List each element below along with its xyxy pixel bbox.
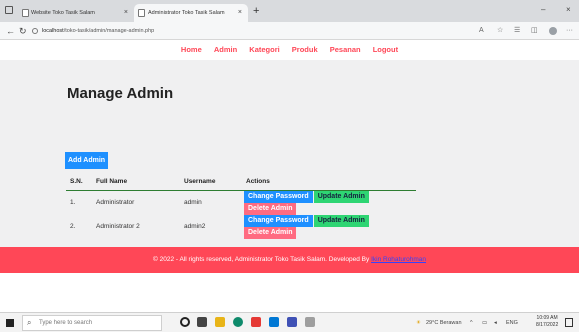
url-field[interactable]: localhost/toko-tasik/admin/manage-admin.… xyxy=(32,25,502,37)
cell-actions: Change Password Update Admin Delete Admin xyxy=(242,190,416,215)
menu-item-admin[interactable]: Admin xyxy=(214,45,237,54)
footer-text: © 2022 - All rights reserved, Administra… xyxy=(153,256,372,263)
browser-tab-title: Administrator Toko Tasik Salam xyxy=(148,10,225,16)
taskbar-search-input[interactable]: ⌕ Type here to search xyxy=(22,315,162,331)
task-view-icon[interactable] xyxy=(197,317,207,327)
file-explorer-icon[interactable] xyxy=(215,317,225,327)
cell-sn: 2. xyxy=(70,223,76,230)
column-header-username: Username xyxy=(180,174,242,191)
tab-actions-icon[interactable] xyxy=(5,6,13,14)
browser-address-bar: ← ↻ localhost/toko-tasik/admin/manage-ad… xyxy=(0,22,579,40)
page-viewport: Home Admin Kategori Produk Pesanan Logou… xyxy=(0,40,579,312)
favorite-icon[interactable]: ☆ xyxy=(497,26,503,36)
browser-tab-title: Website Toko Tasik Salam xyxy=(31,10,95,16)
cell-full-name: Administrator 2 xyxy=(96,223,140,230)
menu-item-pesanan[interactable]: Pesanan xyxy=(330,45,361,54)
url-host: localhost xyxy=(42,28,64,34)
site-menu: Home Admin Kategori Produk Pesanan Logou… xyxy=(0,40,579,60)
update-admin-button[interactable]: Update Admin xyxy=(313,190,369,203)
column-header-sn: S.N. xyxy=(66,174,92,191)
menu-item-kategori[interactable]: Kategori xyxy=(249,45,279,54)
column-header-full-name: Full Name xyxy=(92,174,180,191)
column-header-actions: Actions xyxy=(242,174,416,191)
change-password-button[interactable]: Change Password xyxy=(244,214,313,227)
page-favicon-icon xyxy=(138,9,145,17)
add-admin-button[interactable]: Add Admin xyxy=(65,152,109,169)
language-indicator[interactable]: ENG xyxy=(506,318,518,328)
taskbar-clock[interactable]: 10:09 AM 8/17/2022 xyxy=(536,315,558,329)
app-icon[interactable] xyxy=(287,317,297,327)
close-tab-icon[interactable]: × xyxy=(238,4,242,22)
cell-sn: 1. xyxy=(70,199,76,206)
new-tab-button[interactable]: + xyxy=(253,3,259,19)
edge-browser-icon[interactable] xyxy=(233,317,243,327)
tray-chevron-up-icon[interactable]: ^ xyxy=(470,318,473,328)
profile-icon[interactable] xyxy=(549,27,557,35)
cell-full-name: Administrator xyxy=(96,199,135,206)
back-arrow-icon[interactable]: ← xyxy=(6,24,15,38)
page-favicon-icon xyxy=(22,9,29,17)
cell-actions: Change Password Update Admin Delete Admin xyxy=(242,214,416,239)
extensions-icon[interactable]: ◫ xyxy=(531,26,538,36)
main-content: Manage Admin Add Admin S.N. Full Name Us… xyxy=(0,60,579,273)
url-path: /toko-tasik/admin/manage-admin.php xyxy=(63,28,155,34)
cell-username: admin xyxy=(184,199,202,206)
cell-username: admin2 xyxy=(184,223,206,230)
close-window-button[interactable]: × xyxy=(566,5,571,14)
menu-item-produk[interactable]: Produk xyxy=(292,45,318,54)
refresh-icon[interactable]: ↻ xyxy=(19,24,27,38)
browser-tab-admin[interactable]: Administrator Toko Tasik Salam × xyxy=(134,4,248,22)
developer-link[interactable]: Ikin Rohaturohman xyxy=(371,256,426,263)
clock-date: 8/17/2022 xyxy=(536,322,559,328)
clock-time: 10:09 AM xyxy=(536,315,558,321)
site-footer: © 2022 - All rights reserved, Administra… xyxy=(0,247,579,273)
table-header-row: S.N. Full Name Username Actions xyxy=(66,174,416,191)
more-icon[interactable]: ··· xyxy=(566,26,573,36)
volume-icon[interactable]: ◂ xyxy=(494,318,497,328)
taskbar: ⌕ Type here to search ☀ 29°C Berawan ^ ▭… xyxy=(0,312,579,332)
admin-table: S.N. Full Name Username Actions 1. Admin… xyxy=(66,174,416,239)
change-password-button[interactable]: Change Password xyxy=(244,190,313,203)
update-admin-button[interactable]: Update Admin xyxy=(313,214,369,227)
read-aloud-icon[interactable]: A xyxy=(479,26,484,36)
site-info-icon[interactable] xyxy=(32,28,38,34)
app-icon[interactable] xyxy=(251,317,261,327)
weather-text[interactable]: 29°C Berawan xyxy=(426,318,462,328)
minimize-window-button[interactable]: – xyxy=(541,5,545,14)
browser-tab-website[interactable]: Website Toko Tasik Salam × xyxy=(19,4,134,22)
taskbar-search-placeholder: Type here to search xyxy=(39,320,93,326)
windows-start-icon[interactable] xyxy=(6,319,14,327)
delete-admin-button[interactable]: Delete Admin xyxy=(244,202,297,215)
network-icon[interactable]: ▭ xyxy=(482,318,487,328)
close-tab-icon[interactable]: × xyxy=(124,4,128,22)
menu-item-logout[interactable]: Logout xyxy=(373,45,398,54)
delete-admin-button[interactable]: Delete Admin xyxy=(244,226,297,239)
page-title: Manage Admin xyxy=(67,85,174,102)
search-icon: ⌕ xyxy=(27,318,32,327)
table-row: 2. Administrator 2 admin2 Change Passwor… xyxy=(66,214,416,239)
notifications-icon[interactable] xyxy=(565,318,573,327)
vscode-icon[interactable] xyxy=(269,317,279,327)
menu-item-home[interactable]: Home xyxy=(181,45,202,54)
collections-icon[interactable]: ☰ xyxy=(514,26,520,36)
app-icon[interactable] xyxy=(305,317,315,327)
cortana-icon[interactable] xyxy=(180,317,190,327)
table-row: 1. Administrator admin Change Password Up… xyxy=(66,190,416,215)
browser-tab-strip: Website Toko Tasik Salam × Administrator… xyxy=(0,0,579,22)
weather-icon[interactable]: ☀ xyxy=(416,318,421,328)
